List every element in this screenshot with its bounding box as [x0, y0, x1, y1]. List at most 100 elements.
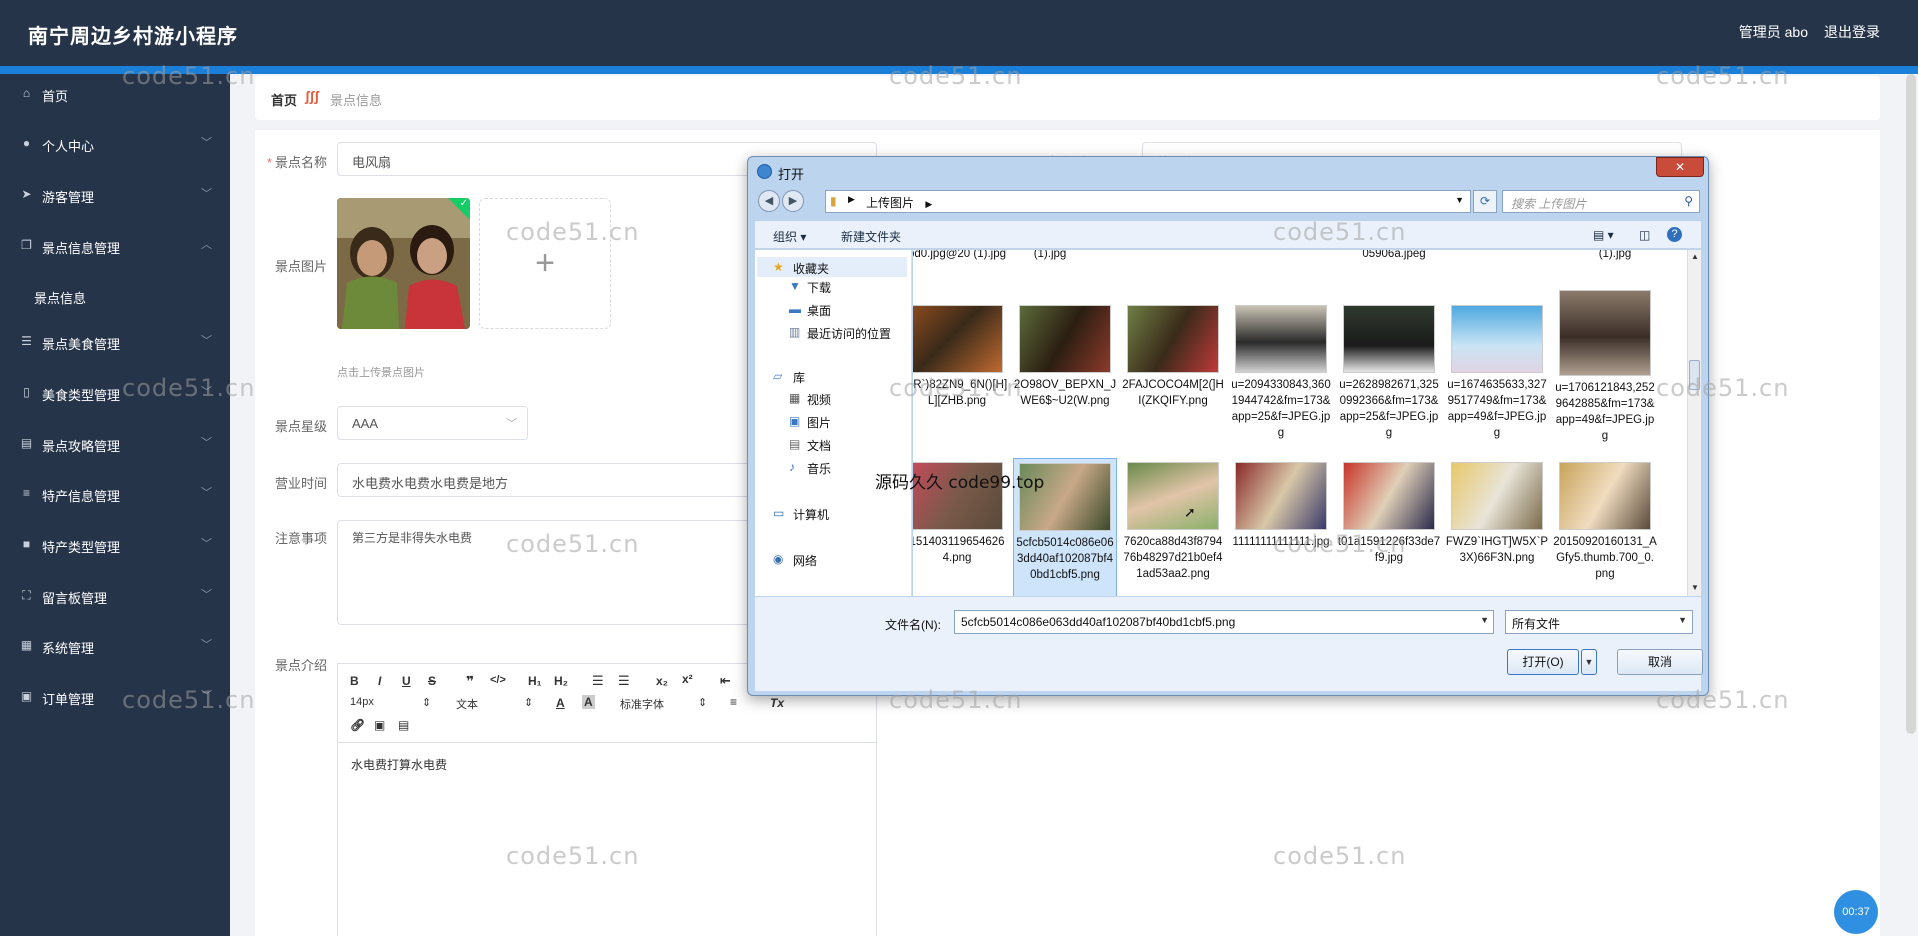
sidebar-item-tourists[interactable]: ➤ 游客管理 ﹀: [0, 175, 230, 215]
new-folder-button[interactable]: 新建文件夹: [841, 228, 901, 245]
nav-documents[interactable]: 文档: [807, 437, 831, 454]
scroll-down-icon[interactable]: ▼: [1691, 583, 1699, 592]
nav-computer[interactable]: 计算机: [793, 506, 829, 523]
nav-desktop[interactable]: 桌面: [807, 302, 831, 319]
intro-label: 景点介绍: [274, 658, 327, 673]
dialog-toolbar: 组织 ▾ 新建文件夹 ▤ ▾ ◫ ?: [755, 221, 1701, 249]
bold-button[interactable]: B: [350, 674, 359, 688]
file-thumbnail: [1127, 305, 1219, 373]
italic-button[interactable]: I: [378, 674, 381, 688]
sidebar-item-messages[interactable]: ⛶ 留言板管理 ﹀: [0, 576, 230, 616]
sidebar-item-system[interactable]: ▦ 系统管理 ﹀: [0, 626, 230, 666]
code-icon[interactable]: </>: [490, 674, 506, 686]
file-item[interactable]: 2FAJCOCO4M[2(]HI(ZKQIFY.png: [1121, 305, 1225, 409]
file-thumbnail: [1235, 462, 1327, 530]
level-select[interactable]: AAA ﹀: [337, 406, 528, 440]
search-input[interactable]: 搜索 上传图片 ⚲: [1502, 190, 1700, 213]
sidebar-item-profile[interactable]: ● 个人中心 ﹀: [0, 124, 230, 164]
watermark: code51.cn: [1273, 530, 1407, 558]
file-item[interactable]: 2O98OV_BEPXN_JWE6$~U2(W.png: [1013, 305, 1117, 409]
paragraph-select[interactable]: 文本: [456, 696, 478, 712]
editor-content[interactable]: 水电费打算水电费: [351, 756, 447, 773]
file-item[interactable]: u=1706121843,2529642885&fm=173&app=49&f=…: [1553, 290, 1657, 444]
open-options-dropdown[interactable]: ▼: [1581, 649, 1597, 675]
heading1-button[interactable]: H₁: [528, 674, 542, 688]
video-icon[interactable]: ▤: [398, 718, 409, 732]
background-color-button[interactable]: A: [582, 695, 595, 709]
font-color-button[interactable]: A: [556, 696, 565, 710]
image-icon[interactable]: ▣: [374, 718, 385, 732]
sidebar-item-scenic-manage[interactable]: ❐ 景点信息管理 ︿: [0, 226, 230, 266]
nav-recent[interactable]: 最近访问的位置: [807, 325, 891, 342]
view-options-icon[interactable]: ▤ ▾: [1593, 228, 1614, 242]
file-item[interactable]: u=2094330843,3601944742&fm=173&app=25&f=…: [1229, 305, 1333, 441]
watermark: code51.cn: [1656, 62, 1790, 90]
cancel-button[interactable]: 取消: [1617, 649, 1703, 675]
chevron-up-icon: ︿: [201, 239, 212, 251]
refresh-button[interactable]: ⟳: [1473, 190, 1497, 213]
sidebar-subitem-scenic-info[interactable]: 景点信息: [0, 276, 230, 316]
uploaded-image-thumbnail[interactable]: ✓: [337, 198, 470, 329]
file-list-scrollbar[interactable]: ▲ ▼: [1687, 250, 1701, 596]
sidebar-item-specialty-type[interactable]: ■ 特产类型管理 ﹀: [0, 525, 230, 565]
nav-videos[interactable]: 视频: [807, 391, 831, 408]
file-item[interactable]: (1).jpg: [1563, 250, 1667, 262]
filename-input[interactable]: 5cfcb5014c086e063dd40af102087bf40bd1cbf5…: [954, 610, 1494, 634]
strike-button[interactable]: S: [428, 674, 436, 688]
breadcrumb-home[interactable]: 首页: [271, 90, 297, 109]
address-bar[interactable]: ▮ ▶ 上传图片 ▶ ▼: [825, 190, 1471, 213]
address-dropdown-icon[interactable]: ▼: [1455, 195, 1464, 205]
open-button[interactable]: 打开(O): [1507, 649, 1579, 675]
file-item[interactable]: bd0.jpg@20 (1).jpg: [913, 250, 1009, 262]
nav-favorites[interactable]: 收藏夹: [793, 260, 829, 277]
logout-link[interactable]: 退出登录: [1824, 22, 1880, 42]
preview-pane-icon[interactable]: ◫: [1639, 228, 1650, 242]
forward-button[interactable]: ▶: [782, 190, 804, 212]
file-name: 20150920160131_AGfy5.thumb.700_0.png: [1553, 536, 1657, 580]
clear-format-icon[interactable]: Tx: [770, 696, 784, 710]
scroll-up-icon[interactable]: ▲: [1691, 252, 1699, 261]
pictures-folder-icon: ▣: [789, 414, 801, 428]
file-item[interactable]: u=2628982671,3250992366&fm=173&app=25&f=…: [1337, 305, 1441, 441]
sidebar-item-food-manage[interactable]: ☰ 景点美食管理 ﹀: [0, 322, 230, 362]
send-icon: ➤: [21, 187, 32, 201]
font-family-select[interactable]: 标准字体: [620, 696, 664, 712]
nav-downloads[interactable]: 下载: [807, 279, 831, 296]
admin-user-label[interactable]: 管理员 abo: [1739, 22, 1808, 42]
file-item[interactable]: FWZ9`IHGT]W5X`P3X)66F3N.png: [1445, 462, 1549, 566]
quote-icon[interactable]: ❞: [466, 673, 474, 690]
nav-pictures[interactable]: 图片: [807, 414, 831, 431]
breadcrumb-separator: ʃʃʃ: [305, 88, 319, 104]
back-button[interactable]: ◀: [758, 190, 780, 212]
sidebar-item-specialty-info[interactable]: ≡ 特产信息管理 ﹀: [0, 474, 230, 514]
dialog-close-button[interactable]: ✕: [1656, 157, 1704, 177]
file-item[interactable]: 20150920160131_AGfy5.thumb.700_0.png: [1553, 462, 1657, 582]
underline-button[interactable]: U: [402, 674, 411, 688]
nav-network[interactable]: 网络: [793, 552, 817, 569]
chevron-down-icon[interactable]: ▼: [1480, 615, 1489, 625]
subscript-button[interactable]: x₂: [656, 674, 668, 688]
file-item[interactable]: u=1674635633,3279517749&fm=173&app=49&f=…: [1445, 305, 1549, 441]
nav-library[interactable]: 库: [793, 369, 805, 386]
superscript-button[interactable]: x²: [682, 672, 693, 686]
folder-icon: ▮: [830, 194, 837, 208]
bullet-list-icon[interactable]: ☰: [618, 673, 630, 689]
file-item[interactable]: 7620ca88d43f879476b48297d21b0ef41ad53aa2…: [1121, 462, 1225, 582]
search-icon: ⚲: [1684, 194, 1693, 208]
file-item[interactable]: (1).jpg: [998, 250, 1102, 262]
help-icon[interactable]: ?: [1667, 227, 1682, 242]
nav-music[interactable]: 音乐: [807, 460, 831, 477]
font-size-select[interactable]: 14px: [350, 696, 374, 708]
ordered-list-icon[interactable]: ☰: [592, 673, 604, 689]
filetype-select[interactable]: 所有文件 ▼: [1505, 610, 1693, 634]
outdent-icon[interactable]: ⇤: [720, 673, 731, 689]
breadcrumb-arrow-icon: ▶: [925, 199, 933, 209]
file-item[interactable]: 05906a.jpeg: [1342, 250, 1446, 262]
page-scrollbar[interactable]: [1906, 74, 1916, 734]
link-icon[interactable]: 🔗︎: [350, 718, 365, 732]
heading2-button[interactable]: H₂: [554, 674, 568, 688]
file-name: 2O98OV_BEPXN_JWE6$~U2(W.png: [1013, 379, 1117, 407]
organize-button[interactable]: 组织 ▾: [773, 228, 806, 245]
sidebar-item-guides[interactable]: ▤ 景点攻略管理 ﹀: [0, 424, 230, 464]
align-icon[interactable]: ≡: [730, 695, 737, 709]
